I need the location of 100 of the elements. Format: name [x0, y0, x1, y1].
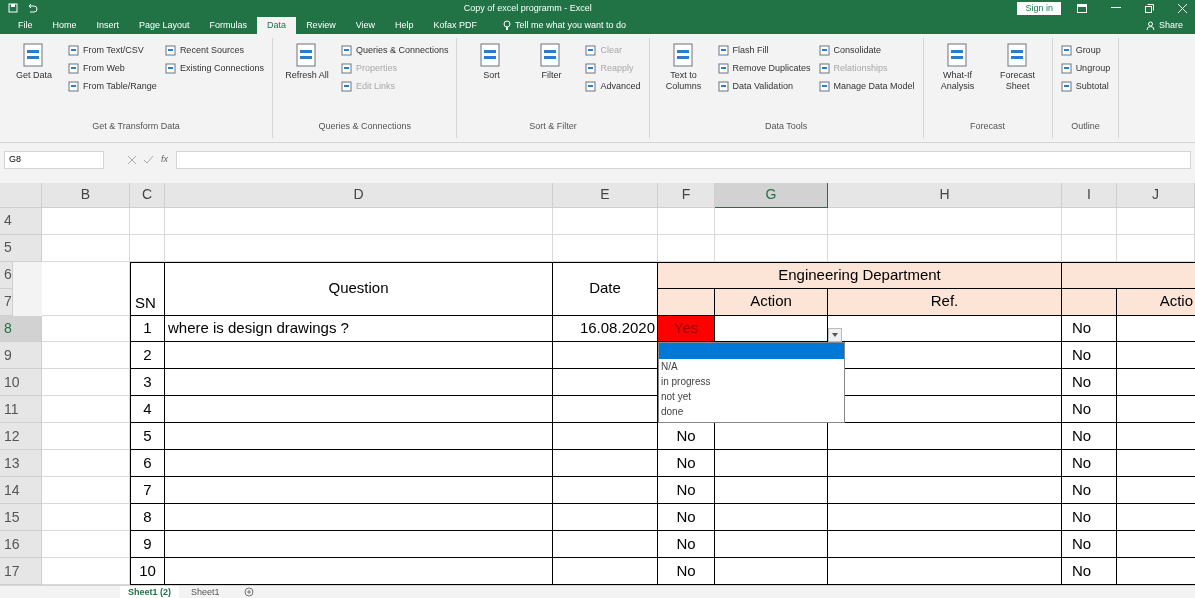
- column-header[interactable]: J: [1117, 182, 1195, 208]
- ribbon-command[interactable]: Subtotal: [1060, 77, 1111, 96]
- ribbon-command[interactable]: Existing Connections: [164, 59, 264, 78]
- ribbon-command[interactable]: Filter: [525, 41, 578, 121]
- column-header[interactable]: E: [553, 182, 658, 208]
- table-cell[interactable]: [715, 315, 828, 343]
- column-header[interactable]: D: [165, 182, 553, 208]
- document-icon: [68, 45, 79, 57]
- ribbon-command[interactable]: Sort: [465, 41, 518, 121]
- row-header[interactable]: 7: [0, 288, 13, 316]
- ribbon-tab[interactable]: Kofax PDF: [423, 16, 488, 34]
- restore-icon[interactable]: [1145, 4, 1154, 13]
- ribbon-command[interactable]: Advanced: [585, 77, 641, 96]
- ribbon-tab[interactable]: Help: [385, 16, 424, 34]
- ribbon-command[interactable]: Group: [1060, 41, 1111, 60]
- ribbon-command[interactable]: Recent Sources: [164, 41, 264, 60]
- table-cell: No: [658, 504, 715, 532]
- table-cell[interactable]: [715, 504, 828, 532]
- row-header[interactable]: 8: [0, 315, 42, 343]
- row-header[interactable]: 11: [0, 396, 42, 424]
- document-icon: [164, 63, 176, 75]
- ribbon-command[interactable]: Refresh All: [280, 41, 333, 121]
- group-label: Get & Transform Data: [91, 120, 181, 134]
- dropdown-arrow-button[interactable]: [828, 327, 842, 342]
- ribbon-tab[interactable]: Review: [296, 16, 346, 34]
- add-sheet-icon[interactable]: [243, 587, 254, 598]
- ribbon-command[interactable]: Remove Duplicates: [717, 59, 811, 78]
- ribbon-tab[interactable]: View: [345, 16, 385, 34]
- document-icon: [340, 63, 352, 75]
- header-cell: Ref.: [828, 288, 1062, 316]
- column-header[interactable]: G: [715, 182, 828, 208]
- ribbon-command[interactable]: Manage Data Model: [818, 77, 915, 96]
- undo-icon[interactable]: [26, 3, 38, 14]
- close-icon[interactable]: [1178, 4, 1187, 13]
- check-icon[interactable]: [144, 155, 153, 164]
- table-cell[interactable]: [715, 558, 828, 586]
- dropdown-option[interactable]: not yet: [659, 389, 844, 405]
- name-box[interactable]: G8: [4, 150, 104, 169]
- table-cell: No: [1062, 504, 1117, 532]
- column-header[interactable]: H: [828, 182, 1062, 208]
- ribbon-command[interactable]: From Web: [68, 59, 157, 78]
- table-cell: No: [1062, 369, 1117, 397]
- share-button[interactable]: Share: [1145, 16, 1187, 34]
- sheet-tab[interactable]: Sheet1 (2): [120, 586, 179, 598]
- column-header[interactable]: B: [42, 182, 130, 208]
- ribbon-display-icon[interactable]: [1077, 4, 1087, 13]
- row-header[interactable]: 5: [0, 234, 42, 262]
- row-header[interactable]: 10: [0, 369, 42, 397]
- ribbon-command[interactable]: Text to Columns: [657, 41, 710, 121]
- document-icon: [68, 81, 79, 93]
- table-cell[interactable]: [715, 450, 828, 478]
- dropdown-option[interactable]: N/A: [659, 359, 844, 375]
- ribbon-command[interactable]: Data Validation: [717, 77, 811, 96]
- row-header[interactable]: 6: [0, 261, 13, 289]
- row-header[interactable]: 13: [0, 450, 42, 478]
- row-header[interactable]: 9: [0, 342, 42, 370]
- table-cell[interactable]: [715, 531, 828, 559]
- ribbon-command[interactable]: Ungroup: [1060, 59, 1111, 78]
- ribbon-command[interactable]: Consolidate: [818, 41, 915, 60]
- dropdown-option[interactable]: done: [659, 404, 844, 420]
- row-header[interactable]: 4: [0, 207, 42, 235]
- table-cell: 10: [130, 558, 165, 586]
- table-cell: No: [658, 477, 715, 505]
- ribbon-tab[interactable]: File: [8, 16, 43, 34]
- table-cell[interactable]: [715, 477, 828, 505]
- ribbon-tab[interactable]: Home: [42, 16, 87, 34]
- formula-field[interactable]: [176, 150, 1191, 169]
- document-icon: [1060, 63, 1072, 75]
- tell-me-field[interactable]: Tell me what you want to do: [515, 18, 716, 33]
- ribbon-tab[interactable]: Formulas: [199, 16, 258, 34]
- document-icon: [818, 81, 830, 93]
- group-label: Data Tools: [763, 120, 809, 134]
- save-icon[interactable]: [8, 3, 18, 14]
- dropdown-option[interactable]: [659, 343, 844, 360]
- row-header[interactable]: 15: [0, 504, 42, 532]
- ribbon-tab[interactable]: Page Layout: [129, 16, 200, 34]
- row-header[interactable]: 14: [0, 477, 42, 505]
- insert-function-button[interactable]: fx: [161, 152, 168, 167]
- ribbon-command[interactable]: Flash Fill: [717, 41, 811, 60]
- row-header[interactable]: 16: [0, 531, 42, 559]
- ribbon-command[interactable]: Get Data: [8, 41, 60, 121]
- document-icon: [585, 81, 597, 93]
- column-header[interactable]: C: [130, 182, 165, 208]
- row-header[interactable]: 17: [0, 558, 42, 586]
- ribbon-command[interactable]: From Table/Range: [68, 77, 157, 96]
- document-icon: [717, 63, 729, 75]
- dropdown-option[interactable]: in progress: [659, 374, 844, 390]
- minimize-icon[interactable]: [1111, 7, 1121, 10]
- ribbon-command[interactable]: Forecast Sheet: [991, 41, 1044, 121]
- table-cell[interactable]: [715, 423, 828, 451]
- table-cell: No: [658, 558, 715, 586]
- ribbon-command[interactable]: From Text/CSV: [68, 41, 157, 60]
- ribbon-command[interactable]: What-If Analysis: [931, 41, 984, 121]
- ribbon-command[interactable]: Queries & Connections: [340, 41, 449, 60]
- sheet-tab[interactable]: Sheet1: [183, 586, 228, 598]
- row-header[interactable]: 12: [0, 423, 42, 451]
- ribbon-tab[interactable]: Insert: [86, 16, 130, 34]
- sign-in-button[interactable]: Sign in: [1017, 1, 1061, 16]
- column-header[interactable]: F: [658, 182, 715, 208]
- column-header[interactable]: I: [1062, 182, 1117, 208]
